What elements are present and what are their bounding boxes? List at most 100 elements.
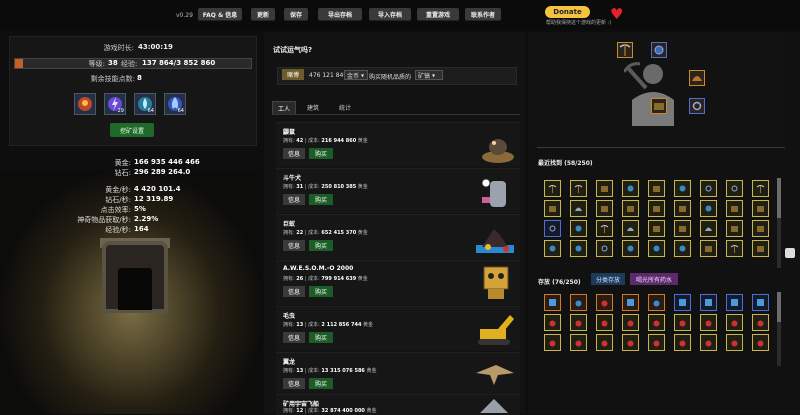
inventory-cell[interactable] — [544, 200, 561, 217]
worker-buy-button[interactable]: 购买 — [309, 286, 333, 297]
inventory-cell[interactable] — [544, 240, 561, 257]
inventory-cell[interactable] — [570, 180, 587, 197]
worker-info-button[interactable]: 信息 — [283, 332, 305, 343]
inventory-cell[interactable] — [648, 220, 665, 237]
inventory-cell[interactable] — [544, 180, 561, 197]
recent-scrollbar[interactable] — [777, 178, 781, 268]
inventory-cell[interactable] — [726, 180, 743, 197]
heart-icon[interactable]: ♥ — [610, 5, 623, 23]
update-button[interactable]: 更新 — [251, 8, 275, 21]
gamble-button[interactable]: 赌博 — [282, 69, 304, 80]
import-save-button[interactable]: 导入存档 — [369, 8, 411, 21]
inventory-cell[interactable] — [544, 294, 561, 311]
equip-slot-helmet[interactable] — [689, 70, 705, 86]
inventory-cell[interactable] — [752, 220, 769, 237]
equip-slot-ring[interactable] — [689, 98, 705, 114]
contact-author-button[interactable]: 联系作者 — [465, 8, 501, 21]
inventory-cell[interactable] — [648, 334, 665, 351]
inventory-cell[interactable] — [726, 314, 743, 331]
reset-game-button[interactable]: 重置游戏 — [417, 8, 459, 21]
inventory-cell[interactable] — [622, 220, 639, 237]
tab-buildings[interactable]: 建筑 — [302, 101, 324, 113]
inventory-cell[interactable] — [700, 314, 717, 331]
mine-hole[interactable] — [118, 268, 152, 310]
worker-buy-button[interactable]: 购买 — [309, 194, 333, 205]
inventory-cell[interactable] — [622, 314, 639, 331]
worker-buy-button[interactable]: 购买 — [309, 378, 333, 389]
inventory-cell[interactable] — [674, 294, 691, 311]
inventory-cell[interactable] — [570, 294, 587, 311]
tab-stats[interactable]: 统计 — [334, 101, 356, 113]
save-button[interactable]: 保存 — [284, 8, 308, 21]
inventory-cell[interactable] — [596, 180, 613, 197]
inventory-cell[interactable] — [700, 294, 717, 311]
inventory-cell[interactable] — [700, 334, 717, 351]
inventory-cell[interactable] — [700, 220, 717, 237]
inventory-cell[interactable] — [596, 294, 613, 311]
inventory-cell[interactable] — [596, 220, 613, 237]
currency-select[interactable]: 金币 ▼ — [344, 70, 368, 80]
donate-button[interactable]: Donate — [545, 6, 590, 18]
dig-settings-button[interactable]: 挖矿设置 — [110, 123, 154, 137]
drink-all-potions-button[interactable]: 喝光所有药水 — [630, 273, 678, 285]
cat-icon[interactable] — [785, 248, 795, 258]
scrollbar-thumb[interactable] — [777, 178, 781, 218]
export-save-button[interactable]: 导出存档 — [318, 8, 362, 21]
scrollbar-thumb[interactable] — [777, 292, 781, 322]
inventory-cell[interactable] — [570, 220, 587, 237]
inventory-cell[interactable] — [726, 200, 743, 217]
inventory-cell[interactable] — [622, 200, 639, 217]
inventory-cell[interactable] — [700, 240, 717, 257]
inventory-cell[interactable] — [726, 334, 743, 351]
inventory-cell[interactable] — [752, 180, 769, 197]
worker-info-button[interactable]: 信息 — [283, 194, 305, 205]
worker-buy-button[interactable]: 购买 — [309, 148, 333, 159]
inventory-cell[interactable] — [700, 200, 717, 217]
equip-slot-amulet[interactable] — [651, 42, 667, 58]
inventory-cell[interactable] — [570, 314, 587, 331]
inventory-cell[interactable] — [674, 334, 691, 351]
inventory-cell[interactable] — [596, 334, 613, 351]
skill-lightning[interactable]: 29 — [104, 93, 126, 115]
worker-buy-button[interactable]: 购买 — [309, 332, 333, 343]
inventory-cell[interactable] — [596, 240, 613, 257]
inventory-cell[interactable] — [674, 314, 691, 331]
inventory-cell[interactable] — [544, 220, 561, 237]
inventory-cell[interactable] — [622, 180, 639, 197]
inventory-cell[interactable] — [752, 294, 769, 311]
equip-slot-chest[interactable] — [651, 98, 667, 114]
inventory-cell[interactable] — [648, 294, 665, 311]
inventory-cell[interactable] — [596, 200, 613, 217]
inventory-cell[interactable] — [674, 200, 691, 217]
skill-blue-flame[interactable]: 64 — [164, 93, 186, 115]
inventory-cell[interactable] — [726, 240, 743, 257]
inventory-cell[interactable] — [622, 334, 639, 351]
item-select[interactable]: 矿镐 ▼ — [415, 70, 443, 80]
inventory-cell[interactable] — [700, 180, 717, 197]
inventory-cell[interactable] — [752, 334, 769, 351]
inventory-cell[interactable] — [726, 294, 743, 311]
worker-info-button[interactable]: 信息 — [283, 378, 305, 389]
inventory-cell[interactable] — [752, 200, 769, 217]
inventory-cell[interactable] — [674, 220, 691, 237]
inventory-cell[interactable] — [648, 180, 665, 197]
worker-buy-button[interactable]: 购买 — [309, 240, 333, 251]
storage-scrollbar[interactable] — [777, 292, 781, 366]
inventory-cell[interactable] — [570, 200, 587, 217]
inventory-cell[interactable] — [674, 240, 691, 257]
worker-info-button[interactable]: 信息 — [283, 148, 305, 159]
inventory-cell[interactable] — [570, 240, 587, 257]
inventory-cell[interactable] — [726, 220, 743, 237]
tab-workers[interactable]: 工人 — [272, 101, 296, 115]
inventory-cell[interactable] — [622, 240, 639, 257]
inventory-cell[interactable] — [648, 200, 665, 217]
skill-water[interactable]: 64 — [134, 93, 156, 115]
faq-button[interactable]: FAQ & 信息 — [198, 8, 242, 21]
inventory-cell[interactable] — [674, 180, 691, 197]
inventory-cell[interactable] — [544, 314, 561, 331]
inventory-cell[interactable] — [544, 334, 561, 351]
sort-storage-button[interactable]: 分类存放 — [591, 273, 625, 285]
inventory-cell[interactable] — [622, 294, 639, 311]
inventory-cell[interactable] — [752, 240, 769, 257]
equip-slot-pickaxe[interactable] — [617, 42, 633, 58]
